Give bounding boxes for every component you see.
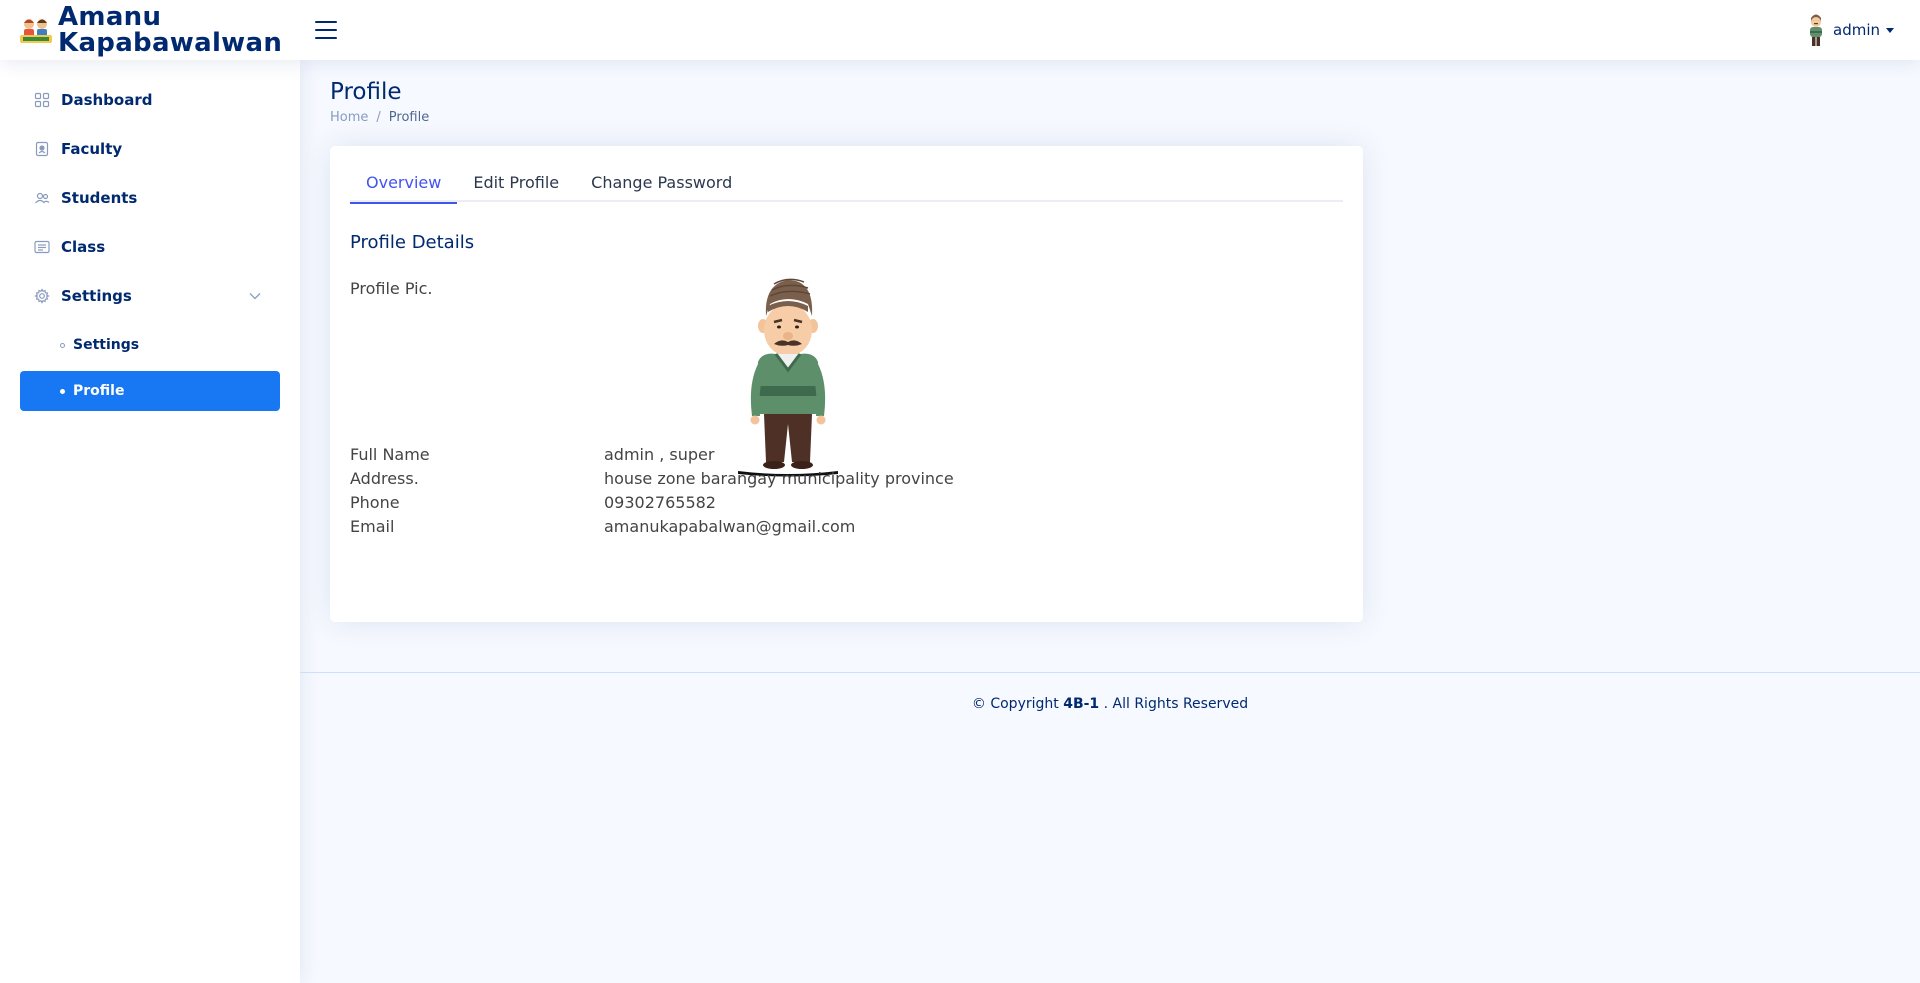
profile-pic-label: Profile Pic. (350, 279, 433, 298)
breadcrumb: Home / Profile (330, 110, 429, 125)
sidebar-item-label: Dashboard (61, 91, 153, 109)
sidebar-item-dashboard[interactable]: Dashboard (20, 80, 280, 120)
profile-picture (738, 278, 838, 477)
field-label-phone: Phone (350, 493, 400, 512)
copyright-text: © Copyright 4B-1 . All Rights Reserved (300, 696, 1920, 712)
user-profile-dropdown[interactable]: admin (1806, 0, 1894, 60)
sidebar-item-label: Faculty (61, 140, 123, 158)
sidebar-item-faculty[interactable]: Faculty (20, 129, 280, 169)
username-label: admin (1833, 21, 1880, 39)
copyright-owner: 4B-1 (1063, 696, 1100, 712)
hamburger-icon (315, 21, 337, 23)
chevron-down-icon (1886, 27, 1894, 33)
sidebar-item-label: Settings (61, 287, 132, 305)
field-label-address: Address. (350, 469, 419, 488)
grid-icon (34, 92, 50, 108)
gear-icon (34, 288, 50, 304)
badge-icon (34, 141, 50, 157)
sidebar-subitem-label: Settings (73, 337, 140, 353)
section-title: Profile Details (350, 232, 475, 253)
sidebar-subitem-label: Profile (73, 383, 125, 399)
sidebar-item-settings[interactable]: Settings (20, 276, 280, 316)
field-value-address: house zone barangay municipality provinc… (604, 469, 954, 488)
sidebar: Dashboard Faculty Students Class Setting… (0, 60, 300, 983)
breadcrumb-home-link[interactable]: Home (330, 110, 368, 125)
tab-change-password[interactable]: Change Password (575, 162, 748, 202)
profile-card: Overview Edit Profile Change Password Pr… (330, 146, 1363, 622)
copyright-suffix: . All Rights Reserved (1099, 696, 1249, 712)
tab-overview[interactable]: Overview (350, 162, 458, 204)
profile-tabs: Overview Edit Profile Change Password (350, 162, 1343, 204)
page-title: Profile (330, 79, 402, 105)
field-value-full-name: admin , super (604, 445, 715, 464)
field-label-full-name: Full Name (350, 445, 430, 464)
circle-icon (60, 342, 65, 348)
sidebar-item-label: Class (61, 238, 106, 256)
field-value-email: amanukapabalwan@gmail.com (604, 517, 856, 536)
brand-name-line1: Amanu (58, 2, 162, 32)
breadcrumb-separator: / (376, 110, 381, 125)
field-value-phone: 09302765582 (604, 493, 716, 512)
sidebar-item-label: Students (61, 189, 138, 207)
logo-icon (20, 19, 52, 43)
breadcrumb-current: Profile (388, 110, 430, 125)
sidebar-item-students[interactable]: Students (20, 178, 280, 218)
tab-edit-profile[interactable]: Edit Profile (457, 162, 575, 202)
copyright-prefix: © Copyright (971, 696, 1064, 712)
card-list-icon (34, 239, 50, 255)
sidebar-item-class[interactable]: Class (20, 227, 280, 267)
circle-icon (60, 388, 65, 394)
sidebar-subitem-profile[interactable]: Profile (20, 371, 280, 411)
top-header: Amanu Kapabawalwan admin (0, 0, 1920, 60)
chevron-down-icon (249, 293, 261, 300)
brand-name-line2: Kapabawalwan (58, 28, 283, 58)
sidebar-subitem-settings[interactable]: Settings (20, 325, 280, 365)
footer: © Copyright 4B-1 . All Rights Reserved (300, 672, 1920, 732)
avatar (1810, 14, 1822, 46)
people-icon (34, 190, 50, 206)
field-label-email: Email (350, 517, 395, 536)
toggle-sidebar-button[interactable] (313, 17, 339, 43)
brand-logo[interactable]: Amanu Kapabawalwan (19, 0, 282, 60)
